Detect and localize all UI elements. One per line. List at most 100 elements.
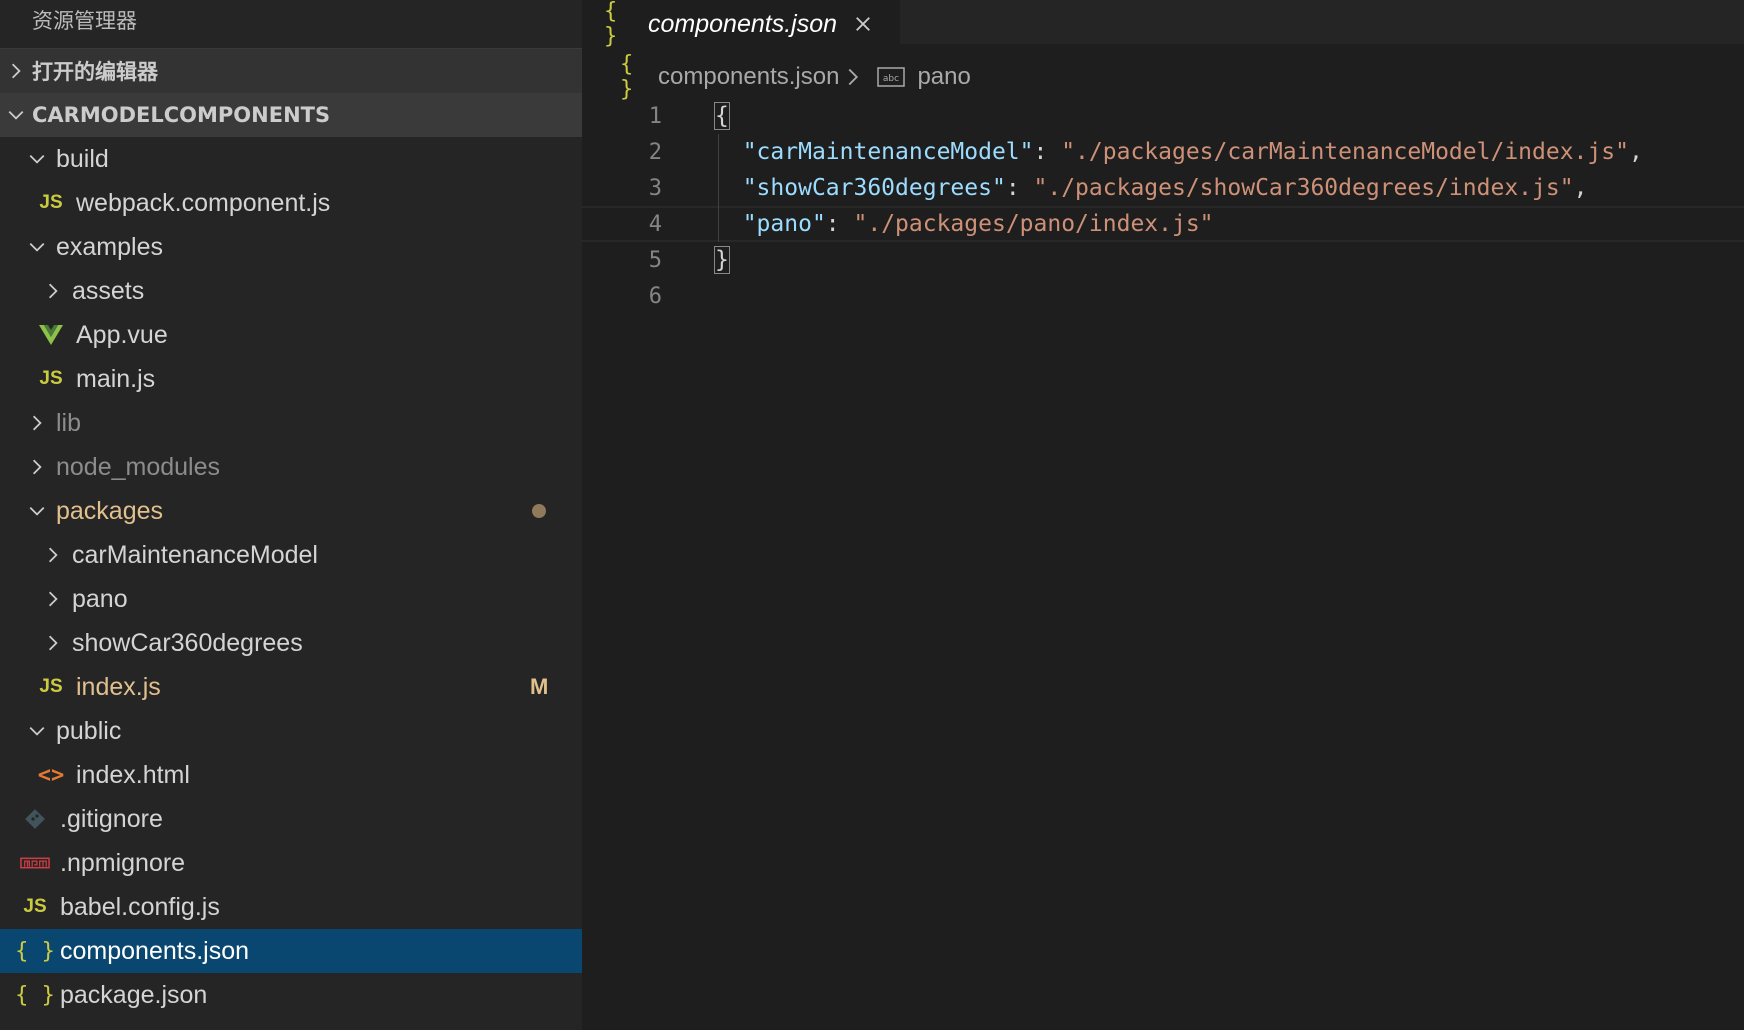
tree-folder-build[interactable]: build: [0, 137, 582, 181]
tree-file-components-json[interactable]: { } components.json: [0, 929, 582, 973]
tree-folder-carmaintenancemodel[interactable]: carMaintenanceModel: [0, 533, 582, 577]
tree-file-npmignore[interactable]: .npmignore: [0, 841, 582, 885]
chevron-right-icon: [42, 588, 64, 610]
tab-components-json[interactable]: { } components.json: [582, 0, 900, 49]
tree-item-label: App.vue: [76, 320, 168, 349]
chevron-right-icon: [42, 632, 64, 654]
tree-item-label: carMaintenanceModel: [72, 540, 318, 569]
code-token-str: "./packages/pano/index.js": [853, 211, 1214, 237]
line-number: 6: [648, 283, 662, 309]
tree-folder-assets[interactable]: assets: [0, 269, 582, 313]
code-token-punc: :: [825, 211, 854, 237]
tree-item-label: build: [56, 144, 109, 173]
breadcrumb-symbol[interactable]: pano: [917, 63, 970, 91]
tree-item-label: packages: [56, 496, 164, 525]
line-content: }: [714, 246, 730, 274]
git-file-icon: [20, 808, 50, 830]
chevron-down-icon: [6, 104, 26, 126]
npm-file-icon: [20, 856, 50, 870]
chevron-down-icon: [26, 500, 48, 522]
tree-file-app-vue[interactable]: App.vue: [0, 313, 582, 357]
tree-item-label: pano: [72, 584, 128, 613]
code-token-key: "pano": [742, 211, 826, 237]
tree-item-label: components.json: [60, 936, 250, 965]
open-editors-label: 打开的编辑器: [32, 60, 158, 84]
code-token-key: "showCar360degrees": [742, 175, 1006, 201]
code-line[interactable]: 1{: [582, 98, 1744, 134]
tree-item-label: assets: [72, 276, 145, 305]
tree-file-index-js[interactable]: JS index.js M: [0, 665, 582, 709]
code-line[interactable]: 2 "carMaintenanceModel": "./packages/car…: [582, 134, 1744, 170]
tree-item-label: node_modules: [56, 452, 221, 481]
chevron-right-icon: [6, 60, 26, 82]
tab-label: components.json: [648, 9, 838, 38]
code-token-punc: [715, 139, 743, 165]
js-file-icon: JS: [23, 896, 47, 917]
line-number: 4: [648, 211, 662, 237]
tree-folder-showcar360degrees[interactable]: showCar360degrees: [0, 621, 582, 665]
code-line[interactable]: 3 "showCar360degrees": "./packages/showC…: [582, 170, 1744, 206]
tree-folder-node-modules[interactable]: node_modules: [0, 445, 582, 489]
code-line[interactable]: 4 "pano": "./packages/pano/index.js": [582, 206, 1744, 242]
explorer-sidebar: 资源管理器 打开的编辑器 CARMODELCOMPONENTS build JS w…: [0, 0, 582, 1030]
tree-file-package-json[interactable]: { } package.json: [0, 973, 582, 1017]
project-root-label: CARMODELCOMPONENTS: [32, 103, 331, 127]
code-token-punc: ,: [1573, 175, 1588, 201]
tree-file-main-js[interactable]: JS main.js: [0, 357, 582, 401]
tree-item-label: main.js: [76, 364, 156, 393]
tree-item-label: .npmignore: [60, 848, 186, 877]
tree-folder-pano[interactable]: pano: [0, 577, 582, 621]
tree-item-label: showCar360degrees: [72, 628, 303, 657]
code-token-punc: ,: [1628, 139, 1643, 165]
code-token-punc: :: [1033, 139, 1062, 165]
json-file-icon: { }: [620, 52, 634, 102]
tree-folder-examples[interactable]: examples: [0, 225, 582, 269]
code-token-punc: [715, 175, 743, 201]
chevron-down-icon: [26, 720, 48, 742]
chevron-right-icon: [42, 544, 64, 566]
line-content: "pano": "./packages/pano/index.js": [715, 211, 1214, 237]
editor-area: { } components.json { } components.json …: [582, 0, 1744, 1030]
tree-item-label: lib: [56, 408, 82, 437]
svg-text:abc: abc: [883, 74, 899, 84]
tree-item-label: webpack.component.js: [76, 188, 331, 217]
tree-file-webpack-component-js[interactable]: JS webpack.component.js: [0, 181, 582, 225]
code-token-str: "./packages/showCar360degrees/index.js": [1033, 175, 1574, 201]
tree-folder-packages[interactable]: packages: [0, 489, 582, 533]
tree-item-label: public: [56, 716, 122, 745]
tree-file-index-html[interactable]: <> index.html: [0, 753, 582, 797]
tree-item-label: .gitignore: [60, 804, 163, 833]
tab-bar: { } components.json: [582, 0, 1744, 49]
tree-item-label: examples: [56, 232, 163, 261]
breadcrumb: { } components.json abc pano: [582, 52, 1744, 102]
chevron-down-icon: [26, 148, 48, 170]
code-token-punc: :: [1005, 175, 1034, 201]
tree-file-babel-config-js[interactable]: JS babel.config.js: [0, 885, 582, 929]
code-token-punc: [715, 211, 743, 237]
string-symbol-icon: abc: [877, 66, 906, 88]
js-file-icon: JS: [39, 676, 63, 697]
line-content: {: [714, 102, 730, 130]
git-modified-badge: M: [530, 674, 549, 699]
vue-file-icon: [36, 324, 66, 346]
code-line[interactable]: 5}: [582, 242, 1744, 278]
tree-item-label: index.html: [76, 760, 190, 789]
line-number: 3: [648, 175, 662, 201]
line-content: "showCar360degrees": "./packages/showCar…: [715, 175, 1588, 201]
file-tree: build JS webpack.component.js examples asset…: [0, 137, 582, 1017]
js-file-icon: JS: [39, 192, 63, 213]
code-line[interactable]: 6: [582, 278, 1744, 314]
close-icon[interactable]: [851, 12, 875, 36]
chevron-right-icon: [845, 67, 861, 87]
tree-file-gitignore[interactable]: .gitignore: [0, 797, 582, 841]
code-editor[interactable]: 1{2 "carMaintenanceModel": "./packages/c…: [582, 98, 1744, 314]
chevron-right-icon: [26, 456, 48, 478]
html-file-icon: <>: [37, 762, 65, 788]
tree-folder-public[interactable]: public: [0, 709, 582, 753]
breadcrumb-file[interactable]: components.json: [658, 63, 839, 91]
chevron-right-icon: [26, 412, 48, 434]
project-root-section-header[interactable]: CARMODELCOMPONENTS: [0, 93, 582, 137]
open-editors-section-header[interactable]: 打开的编辑器: [0, 48, 582, 93]
tree-folder-lib[interactable]: lib: [0, 401, 582, 445]
line-content: "carMaintenanceModel": "./packages/carMa…: [715, 139, 1643, 165]
